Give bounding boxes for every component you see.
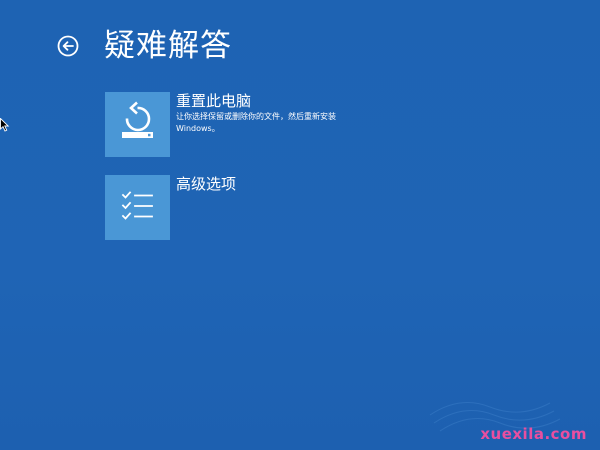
back-button[interactable] (57, 35, 79, 57)
reset-pc-icon (122, 101, 153, 138)
cursor-icon (0, 117, 10, 132)
advanced-options-tile (105, 175, 170, 240)
troubleshoot-screen: 疑难解答 重置此电脑 让你选择保留或删除你的文件，然后重新安装 Windows。 (0, 0, 600, 450)
reset-pc-title: 重置此电脑 (176, 92, 252, 110)
checklist-icon (121, 191, 153, 220)
advanced-options-title: 高级选项 (176, 175, 237, 193)
reset-pc-option[interactable]: 重置此电脑 让你选择保留或删除你的文件，然后重新安装 Windows。 (105, 92, 365, 158)
watermark: xuexila.com (420, 385, 595, 447)
watermark-text: xuexila.com (480, 425, 587, 443)
reset-pc-description: 让你选择保留或删除你的文件，然后重新安装 Windows。 (176, 112, 336, 133)
mouse-pointer (0, 117, 10, 132)
back-arrow-icon (57, 35, 79, 57)
advanced-options-option[interactable]: 高级选项 (105, 175, 365, 241)
page-title: 疑难解答 (104, 28, 232, 64)
reset-pc-tile (105, 92, 170, 157)
